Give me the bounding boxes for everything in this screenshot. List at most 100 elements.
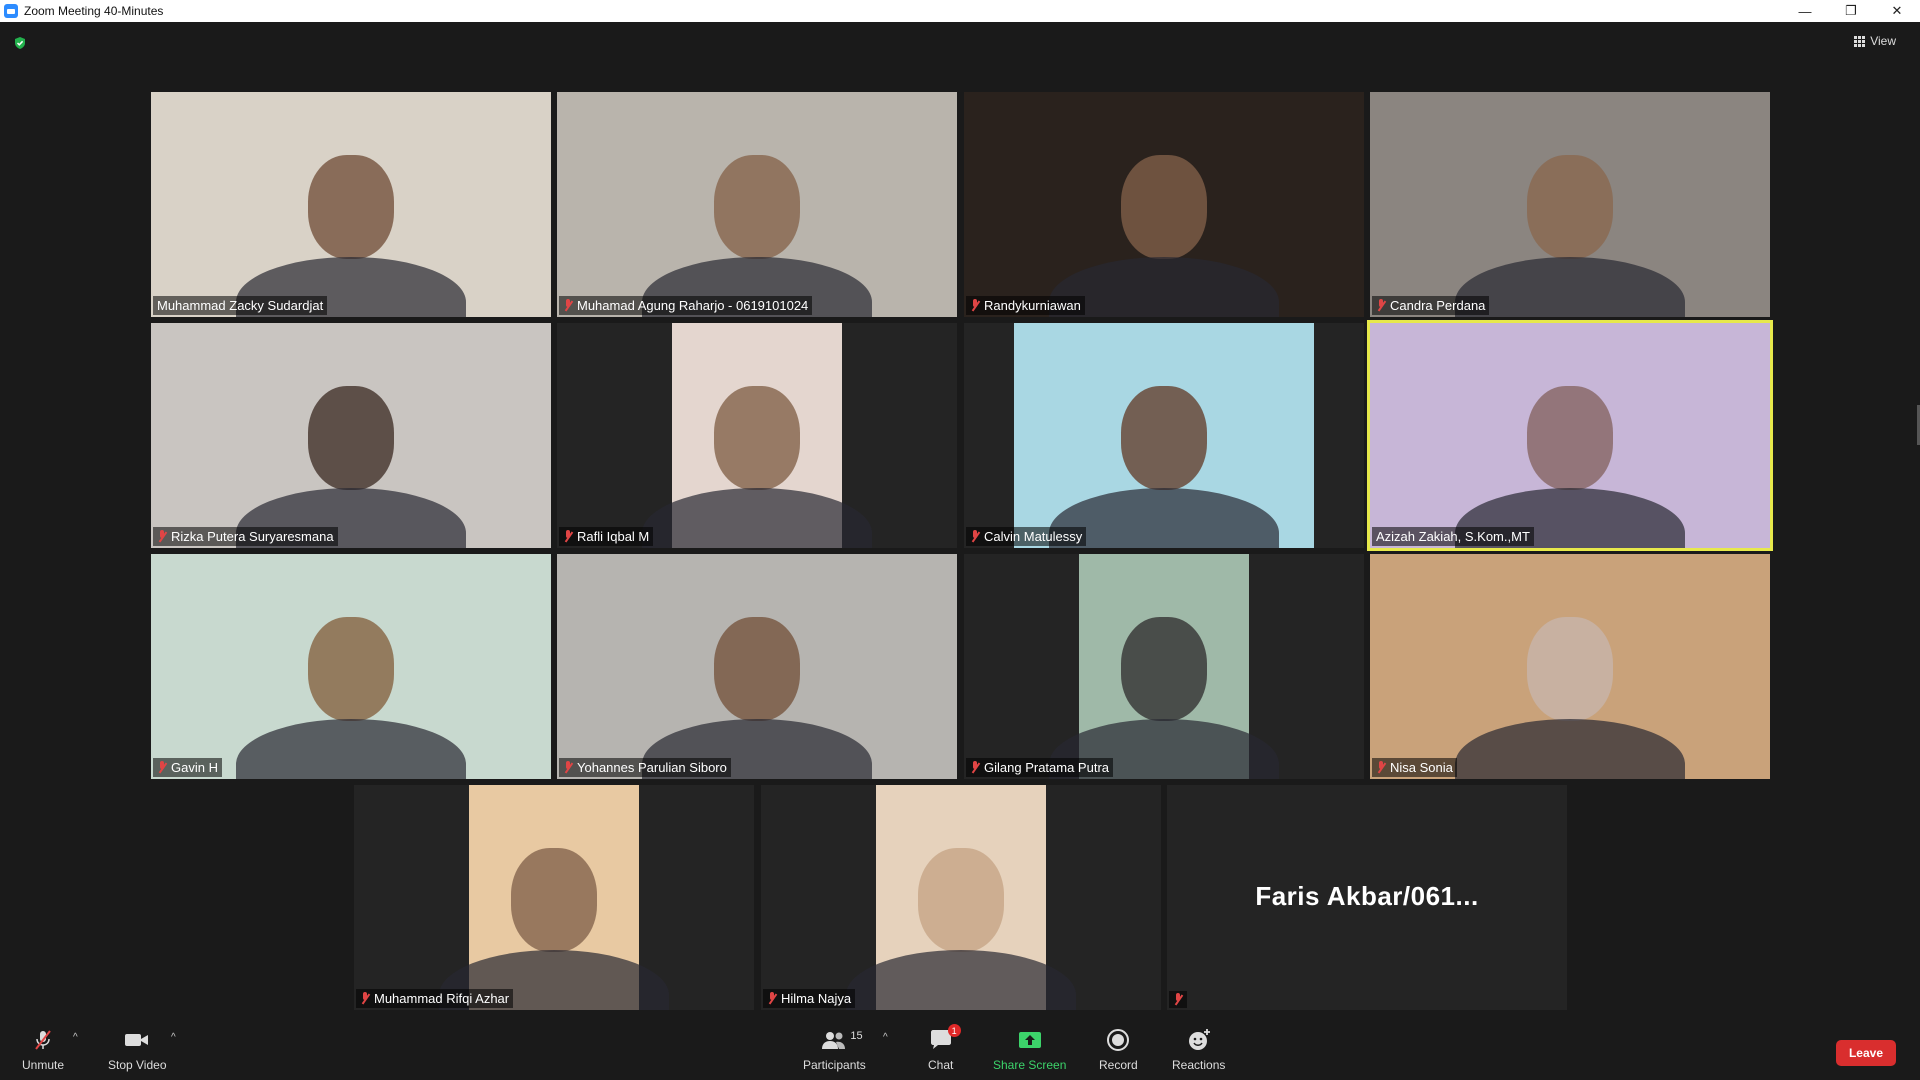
mic-muted-icon	[157, 530, 167, 543]
share-screen-button[interactable]: Share Screen	[993, 1028, 1066, 1072]
participant-name: Rafli Iqbal M	[577, 529, 650, 544]
zoom-app-icon	[4, 4, 18, 18]
participant-video	[557, 554, 957, 779]
participant-tile[interactable]: Muhamad Agung Raharjo - 0619101024	[557, 92, 957, 317]
participant-silhouette	[714, 617, 800, 721]
leave-button[interactable]: Leave	[1835, 1040, 1896, 1066]
participant-tile[interactable]: Yohannes Parulian Siboro	[557, 554, 957, 779]
record-icon	[1107, 1029, 1130, 1051]
participant-name: Muhammad Zacky Sudardjat	[157, 298, 324, 313]
mic-muted-icon	[1376, 761, 1386, 774]
share-screen-icon	[1018, 1032, 1041, 1048]
participant-nameplate: Randykurniawan	[966, 296, 1085, 315]
mic-muted-icon	[563, 761, 573, 774]
participant-video	[557, 92, 957, 317]
restore-button[interactable]: ❐	[1828, 0, 1874, 22]
participant-nameplate	[1169, 991, 1187, 1008]
participant-name: Hilma Najya	[781, 991, 852, 1006]
minimize-button[interactable]: —	[1782, 0, 1828, 22]
participant-tile[interactable]: Calvin Matulessy	[964, 323, 1364, 548]
participant-silhouette	[308, 155, 394, 259]
mic-muted-icon	[157, 761, 167, 774]
window-controls: — ❐ ✕	[1782, 0, 1920, 22]
participant-video	[1370, 323, 1770, 548]
participant-video	[1370, 554, 1770, 779]
participant-tile[interactable]: Candra Perdana	[1370, 92, 1770, 317]
video-options-caret-icon[interactable]: ^	[171, 1032, 176, 1043]
participant-tile[interactable]: Hilma Najya	[761, 785, 1161, 1010]
participant-silhouette	[1527, 617, 1613, 721]
participant-tile[interactable]: Azizah Zakiah, S.Kom.,MT	[1367, 320, 1773, 551]
reactions-button[interactable]: Reactions	[1172, 1028, 1225, 1072]
participant-video	[151, 554, 551, 779]
participant-name: Candra Perdana	[1390, 298, 1486, 313]
record-button[interactable]: Record	[1099, 1028, 1138, 1072]
mic-muted-icon	[767, 992, 777, 1005]
mic-muted-icon	[35, 1030, 51, 1050]
participant-tile[interactable]: Gavin H	[151, 554, 551, 779]
encryption-shield-icon[interactable]	[13, 36, 27, 50]
participant-silhouette	[1527, 155, 1613, 259]
participant-nameplate: Hilma Najya	[763, 989, 856, 1008]
participant-video	[964, 92, 1364, 317]
participant-nameplate: Rafli Iqbal M	[559, 527, 654, 546]
participant-tile[interactable]: Rizka Putera Suryaresmana	[151, 323, 551, 548]
unmute-label: Unmute	[22, 1058, 65, 1072]
mic-muted-icon	[970, 299, 980, 312]
participant-shoulders	[1455, 719, 1685, 779]
view-button[interactable]: View	[1854, 34, 1896, 48]
participant-tile[interactable]: Rafli Iqbal M	[557, 323, 957, 548]
participant-nameplate: Calvin Matulessy	[966, 527, 1087, 546]
record-label: Record	[1099, 1058, 1138, 1072]
participant-name: Muhamad Agung Raharjo - 0619101024	[577, 298, 809, 313]
window-title: Zoom Meeting 40-Minutes	[24, 4, 164, 18]
stop-video-button[interactable]: Stop Video	[108, 1028, 167, 1072]
participant-silhouette	[714, 155, 800, 259]
video-gallery: Muhammad Zacky Sudardjat Muhamad Agung Ra…	[0, 0, 1920, 1080]
participant-name: Calvin Matulessy	[984, 529, 1083, 544]
participant-tile[interactable]: Muhammad Zacky Sudardjat	[151, 92, 551, 317]
chat-button[interactable]: 1 Chat	[928, 1024, 961, 1072]
reactions-label: Reactions	[1172, 1058, 1226, 1072]
participant-silhouette	[1121, 386, 1207, 490]
participant-nameplate: Nisa Sonia	[1372, 758, 1457, 777]
view-label: View	[1870, 34, 1896, 48]
participant-video	[1049, 554, 1279, 779]
participant-tile[interactable]: Gilang Pratama Putra	[964, 554, 1364, 779]
grid-view-icon	[1854, 35, 1866, 47]
participant-video	[151, 323, 551, 548]
mic-muted-icon	[563, 299, 573, 312]
participant-tile[interactable]: Nisa Sonia	[1370, 554, 1770, 779]
participant-name: Muhammad Rifqi Azhar	[374, 991, 510, 1006]
participant-name: Randykurniawan	[984, 298, 1081, 313]
close-button[interactable]: ✕	[1874, 0, 1920, 22]
participant-display-name: Faris Akbar/061...	[1255, 881, 1479, 911]
participant-tile[interactable]: Faris Akbar/061...	[1167, 785, 1567, 1010]
participant-tile[interactable]: Randykurniawan	[964, 92, 1364, 317]
participant-name: Gavin H	[171, 760, 218, 775]
participant-shoulders	[846, 950, 1076, 1010]
share-screen-label: Share Screen	[993, 1058, 1067, 1072]
participant-video	[1370, 92, 1770, 317]
unmute-button[interactable]: Unmute	[22, 1028, 64, 1072]
participant-nameplate: Yohannes Parulian Siboro	[559, 758, 731, 777]
participant-nameplate: Gavin H	[153, 758, 222, 777]
participant-silhouette	[308, 386, 394, 490]
mic-muted-icon	[563, 530, 573, 543]
participants-label: Participants	[803, 1058, 866, 1072]
participant-nameplate: Candra Perdana	[1372, 296, 1490, 315]
participants-options-caret-icon[interactable]: ^	[883, 1032, 888, 1043]
participant-video	[439, 785, 669, 1010]
participants-icon	[822, 1032, 846, 1049]
participants-button[interactable]: 15 Participants	[803, 1028, 866, 1072]
audio-options-caret-icon[interactable]: ^	[73, 1032, 78, 1043]
video-camera-icon	[125, 1034, 149, 1046]
participant-video	[151, 92, 551, 317]
meeting-toolbar: Unmute ^ Stop Video ^ 15 Participants ^	[0, 1020, 1920, 1080]
participant-tile[interactable]: Muhammad Rifqi Azhar	[354, 785, 754, 1010]
chat-label: Chat	[928, 1058, 954, 1072]
participants-count: 15	[850, 1030, 863, 1042]
participant-name: Gilang Pratama Putra	[984, 760, 1110, 775]
participant-shoulders	[236, 719, 466, 779]
mic-muted-icon	[1173, 993, 1183, 1006]
